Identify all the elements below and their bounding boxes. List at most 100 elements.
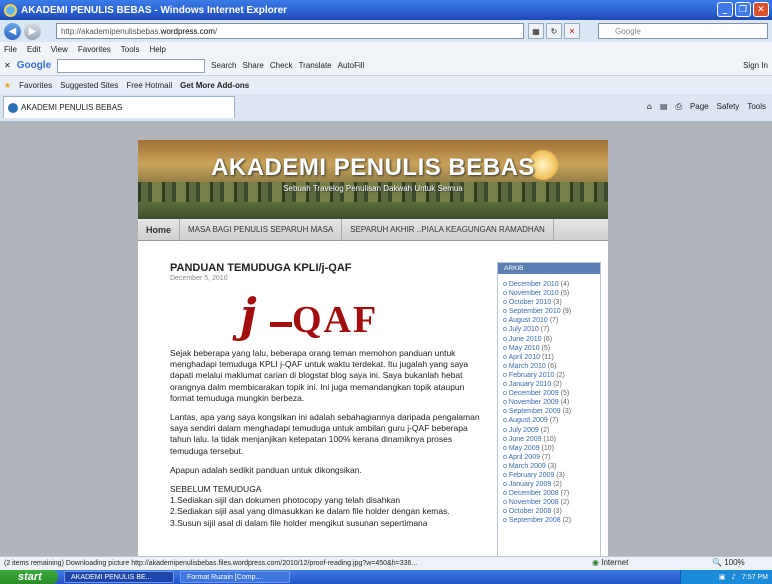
archive-link[interactable]: April 2010 — [508, 354, 540, 361]
archive-link[interactable]: July 2010 — [509, 326, 539, 333]
archive-link[interactable]: February 2010 — [509, 372, 555, 379]
archive-link[interactable]: June 2010 — [509, 336, 542, 343]
archive-item[interactable]: o January 2009 (2) — [503, 480, 600, 489]
maximize-button[interactable]: ❐ — [735, 2, 751, 17]
task-format-ruzain[interactable]: Format Ruzain [Comp... — [180, 571, 290, 583]
stop-icon[interactable]: ✕ — [564, 23, 580, 39]
archive-item[interactable]: o April 2009 (7) — [503, 453, 600, 462]
minimize-button[interactable]: _ — [717, 2, 733, 17]
search-input[interactable]: Google — [598, 23, 768, 39]
archive-link[interactable]: January 2009 — [509, 481, 551, 488]
print-icon[interactable]: ⎙ — [676, 102, 682, 112]
archive-link[interactable]: November 2010 — [509, 290, 559, 297]
archive-link[interactable]: May 2009 — [509, 445, 540, 452]
archive-item[interactable]: o July 2009 (2) — [503, 426, 600, 435]
archive-item[interactable]: o August 2010 (7) — [503, 316, 600, 325]
archive-link[interactable]: November 2009 — [509, 399, 559, 406]
toolbar-check[interactable]: Check — [270, 61, 293, 70]
menu-tools[interactable]: Tools — [121, 45, 140, 54]
nav-masa-bagi-penulis[interactable]: MASA BAGI PENULIS SEPARUH MASA — [180, 218, 343, 241]
zoom-control[interactable]: 🔍 100% — [712, 558, 745, 567]
google-search-input[interactable] — [57, 58, 206, 73]
archive-item[interactable]: o December 2008 (7) — [503, 489, 600, 498]
toolbar-share[interactable]: Share — [243, 61, 264, 70]
archive-link[interactable]: September 2010 — [509, 308, 561, 315]
nav-separuh-akhir[interactable]: SEPARUH AKHIR ..PIALA KEAGUNGAN RAMADHAN — [342, 218, 554, 241]
archive-item[interactable]: o May 2009 (10) — [503, 444, 600, 453]
compatibility-icon[interactable]: ▦ — [528, 23, 544, 39]
fav-free-hotmail[interactable]: Free Hotmail — [126, 81, 172, 90]
toolbar-close-icon[interactable]: ✕ — [4, 61, 11, 70]
archive-item[interactable]: o July 2010 (7) — [503, 325, 600, 334]
favorites-button[interactable]: Favorites — [19, 81, 52, 90]
archive-link[interactable]: July 2009 — [509, 427, 539, 434]
toolbar-autofill[interactable]: AutoFill — [338, 61, 365, 70]
toolbar-search[interactable]: Search — [211, 61, 236, 70]
forward-button[interactable]: ▶ — [24, 22, 41, 40]
archive-item[interactable]: o March 2009 (3) — [503, 462, 600, 471]
archive-link[interactable]: August 2010 — [508, 317, 547, 324]
archive-link[interactable]: January 2010 — [509, 381, 551, 388]
tray-volume-icon[interactable]: ♪ — [731, 573, 735, 581]
archive-link[interactable]: December 2010 — [509, 281, 559, 288]
archive-link[interactable]: February 2009 — [509, 472, 555, 479]
archive-item[interactable]: o September 2010 (9) — [503, 307, 600, 316]
archive-item[interactable]: o February 2010 (2) — [503, 371, 600, 380]
archive-item[interactable]: o December 2009 (5) — [503, 389, 600, 398]
archive-item[interactable]: o December 2010 (4) — [503, 280, 600, 289]
archive-item[interactable]: o September 2009 (3) — [503, 407, 600, 416]
archive-link[interactable]: September 2009 — [509, 408, 561, 415]
close-button[interactable]: ✕ — [753, 2, 769, 17]
archive-link[interactable]: April 2009 — [508, 454, 540, 461]
fav-get-more-addons[interactable]: Get More Add-ons — [180, 81, 249, 90]
archive-item[interactable]: o October 2010 (3) — [503, 298, 600, 307]
favorites-star-icon[interactable]: ★ — [4, 81, 11, 90]
archive-item[interactable]: o November 2008 (2) — [503, 498, 600, 507]
archive-link[interactable]: May 2010 — [509, 345, 540, 352]
archive-item[interactable]: o September 2008 (2) — [503, 516, 600, 525]
menu-file[interactable]: File — [4, 45, 17, 54]
menu-view[interactable]: View — [51, 45, 68, 54]
archive-item[interactable]: o November 2009 (4) — [503, 398, 600, 407]
archive-link[interactable]: November 2008 — [509, 499, 559, 506]
archive-link[interactable]: June 2009 — [509, 436, 542, 443]
home-icon[interactable]: ⌂ — [647, 102, 652, 112]
cmd-safety[interactable]: Safety — [717, 102, 740, 112]
start-button[interactable]: start — [0, 570, 58, 584]
site-title[interactable]: AKADEMI PENULIS BEBAS — [138, 154, 608, 182]
archive-item[interactable]: o March 2010 (6) — [503, 362, 600, 371]
archive-item[interactable]: o August 2009 (7) — [503, 416, 600, 425]
archive-link[interactable]: March 2010 — [509, 363, 546, 370]
archive-link[interactable]: December 2009 — [509, 390, 559, 397]
archive-item[interactable]: o January 2010 (2) — [503, 380, 600, 389]
menu-edit[interactable]: Edit — [27, 45, 41, 54]
archive-item[interactable]: o October 2008 (3) — [503, 507, 600, 516]
archive-link[interactable]: October 2008 — [509, 508, 551, 515]
fav-suggested-sites[interactable]: Suggested Sites — [60, 81, 118, 90]
archive-link[interactable]: September 2008 — [509, 517, 561, 524]
archive-item[interactable]: o June 2009 (10) — [503, 435, 600, 444]
archive-item[interactable]: o April 2010 (11) — [503, 353, 600, 362]
archive-item[interactable]: o February 2009 (3) — [503, 471, 600, 480]
tray-network-icon[interactable]: ▣ — [719, 573, 726, 581]
feeds-icon[interactable]: ▤ — [660, 102, 668, 112]
url-field[interactable]: http://akademipenulisbebas. wordpress.com… — [56, 23, 524, 39]
toolbar-translate[interactable]: Translate — [299, 61, 332, 70]
task-ie[interactable]: AKADEMI PENULIS BE... — [64, 571, 174, 583]
refresh-icon[interactable]: ↻ — [546, 23, 562, 39]
archive-item[interactable]: o May 2010 (5) — [503, 344, 600, 353]
cmd-tools[interactable]: Tools — [747, 102, 766, 112]
archive-link[interactable]: October 2010 — [509, 299, 551, 306]
archive-link[interactable]: December 2008 — [509, 490, 559, 497]
menu-help[interactable]: Help — [149, 45, 165, 54]
toolbar-signin[interactable]: Sign In — [743, 61, 768, 70]
archive-item[interactable]: o June 2010 (6) — [503, 335, 600, 344]
archive-link[interactable]: August 2009 — [508, 417, 547, 424]
nav-home[interactable]: Home — [138, 218, 181, 241]
tab-akademi[interactable]: AKADEMI PENULIS BEBAS — [3, 96, 235, 118]
menu-favorites[interactable]: Favorites — [78, 45, 111, 54]
post-title[interactable]: PANDUAN TEMUDUGA KPLI/j-QAF — [170, 262, 490, 274]
back-button[interactable]: ◀ — [4, 22, 21, 40]
archive-item[interactable]: o November 2010 (5) — [503, 289, 600, 298]
archive-link[interactable]: March 2009 — [509, 463, 546, 470]
